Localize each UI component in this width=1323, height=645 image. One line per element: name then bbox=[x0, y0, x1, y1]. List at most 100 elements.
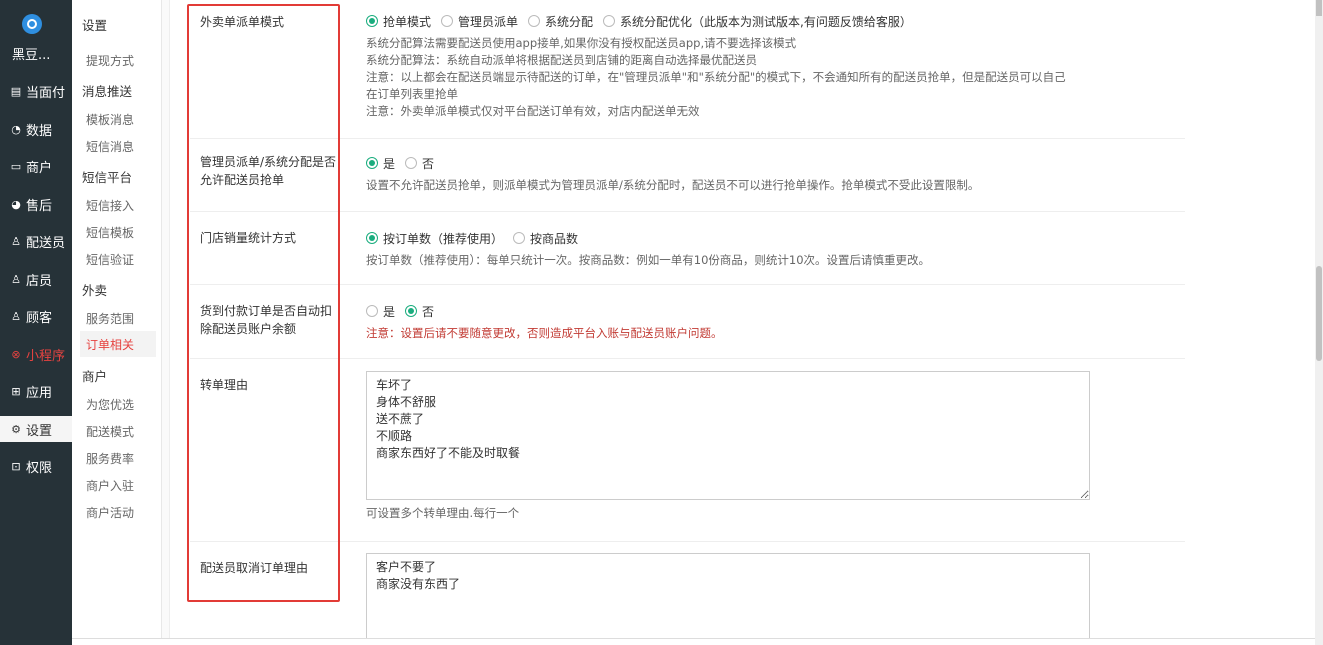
transfer-reasons-textarea[interactable]: 车坏了 身体不舒服 送不蔗了 不顺路 商家东西好了不能及时取餐 bbox=[366, 371, 1090, 500]
help-text: 系统分配算法：系统自动派单将根据配送员到店铺的距离自动选择最优配送员 bbox=[366, 53, 757, 67]
submenu-group: 商户 bbox=[82, 369, 108, 384]
cod-control: 是 否 注意：设置后请不要随意更改，否则造成平台入账与配送员账户问题。 bbox=[366, 302, 1185, 342]
nav-item-pay[interactable]: ▤ 当面付 bbox=[0, 78, 72, 104]
nav-item-label: 权限 bbox=[26, 460, 53, 476]
stats-option-items[interactable]: 按商品数 bbox=[513, 230, 578, 247]
chart-icon: ◔ bbox=[11, 122, 21, 136]
content-gutter bbox=[162, 0, 170, 645]
cancel-label: 配送员取消订单理由 bbox=[200, 561, 309, 575]
logo-icon bbox=[22, 14, 42, 34]
help-text: 在订单列表里抢单 bbox=[366, 87, 458, 101]
lock-icon: ⊡ bbox=[11, 459, 21, 473]
transfer-help: 可设置多个转单理由.每行一个 bbox=[366, 506, 520, 520]
dispatch-radio-group: 抢单模式 管理员派单 系统分配 系统分配优化（此版本为测试版本,有问题反馈给客服… bbox=[366, 12, 1185, 30]
submenu-item[interactable]: 商户入驻 bbox=[86, 477, 134, 494]
apps-icon: ⊞ bbox=[11, 384, 21, 398]
submenu-group: 消息推送 bbox=[82, 84, 133, 99]
submenu-item[interactable]: 服务范围 bbox=[86, 310, 134, 327]
nav-item-label: 数据 bbox=[26, 123, 53, 139]
nav-item-label: 小程序 bbox=[26, 348, 66, 364]
nav-item-label: 当面付 bbox=[26, 85, 66, 101]
main-nav: 黑豆... ▤ 当面付 ◔ 数据 ▭ 商户 ◕ 售后 ♙ 配送员 ♙ 店员 ♙ … bbox=[0, 0, 72, 645]
cancel-reasons-textarea[interactable]: 客户不要了 商家没有东西了 bbox=[366, 553, 1090, 645]
nav-item-aftersales[interactable]: ◕ 售后 bbox=[0, 191, 72, 217]
clerk-icon: ♙ bbox=[11, 272, 21, 286]
submenu-item-active[interactable]: 订单相关 bbox=[80, 331, 156, 357]
stats-radio-group: 按订单数（推荐使用） 按商品数 bbox=[366, 229, 1185, 247]
scrollbar-thumb[interactable] bbox=[1316, 266, 1322, 361]
receipt-icon: ▤ bbox=[10, 84, 22, 98]
cod-radio-group: 是 否 bbox=[366, 302, 1185, 320]
cod-option-no[interactable]: 否 bbox=[405, 303, 434, 320]
grab-radio-group: 是 否 bbox=[366, 154, 1185, 172]
form-row-stats: 门店销量统计方式 按订单数（推荐使用） 按商品数 按订单数（推荐使用）：每单只统… bbox=[190, 212, 1185, 285]
after-sales-icon: ◕ bbox=[11, 197, 21, 211]
nav-item-label: 售后 bbox=[26, 198, 53, 214]
customer-icon: ♙ bbox=[11, 309, 21, 323]
nav-item-clerk[interactable]: ♙ 店员 bbox=[0, 266, 72, 292]
transfer-label: 转单理由 bbox=[200, 378, 249, 392]
radio-unchecked-icon bbox=[513, 232, 526, 244]
dispatch-option-system-optimized[interactable]: 系统分配优化（此版本为测试版本,有问题反馈给客服） bbox=[603, 13, 912, 30]
bottom-edge bbox=[72, 638, 1315, 645]
submenu-item[interactable]: 提现方式 bbox=[86, 52, 134, 69]
dispatch-option-system[interactable]: 系统分配 bbox=[528, 13, 593, 30]
help-text: 注意：外卖单派单模式仅对平台配送订单有效，对店内配送单无效 bbox=[366, 104, 700, 118]
cod-label: 货到付款订单是否自动扣除配送员账户余额 bbox=[200, 304, 333, 336]
dispatch-option-grab[interactable]: 抢单模式 bbox=[366, 13, 431, 30]
form-row-dispatch: 外卖单派单模式 抢单模式 管理员派单 系统分配 系统分配优化（此版本为测试版本,… bbox=[190, 0, 1185, 139]
submenu-item[interactable]: 短信消息 bbox=[86, 138, 134, 155]
radio-unchecked-icon bbox=[441, 15, 454, 27]
submenu-item[interactable]: 短信模板 bbox=[86, 224, 134, 241]
submenu-item[interactable]: 为您优选 bbox=[86, 396, 134, 413]
radio-checked-icon bbox=[366, 232, 378, 244]
grab-label: 管理员派单/系统分配是否允许配送员抢单 bbox=[200, 155, 337, 187]
cod-option-yes[interactable]: 是 bbox=[366, 303, 395, 320]
radio-checked-icon bbox=[366, 157, 378, 169]
submenu-item[interactable]: 模板消息 bbox=[86, 111, 134, 128]
submenu-group: 短信平台 bbox=[82, 170, 133, 185]
submenu-group: 设置 bbox=[82, 18, 108, 33]
grab-help: 设置不允许配送员抢单，则派单模式为管理员派单/系统分配时，配送员不可以进行抢单操… bbox=[366, 178, 980, 192]
radio-unchecked-icon bbox=[366, 305, 378, 317]
form-row-grab: 管理员派单/系统分配是否允许配送员抢单 是 否 设置不允许配送员抢单，则派单模式… bbox=[190, 139, 1185, 212]
cod-warning: 注意：设置后请不要随意更改，否则造成平台入账与配送员账户问题。 bbox=[366, 326, 723, 340]
stats-option-orders[interactable]: 按订单数（推荐使用） bbox=[366, 230, 503, 247]
nav-item-settings[interactable]: ⚙ 设置 bbox=[0, 416, 72, 442]
nav-item-courier[interactable]: ♙ 配送员 bbox=[0, 228, 72, 254]
nav-item-data[interactable]: ◔ 数据 bbox=[0, 116, 72, 142]
submenu-item[interactable]: 服务费率 bbox=[86, 450, 134, 467]
grab-control: 是 否 设置不允许配送员抢单，则派单模式为管理员派单/系统分配时，配送员不可以进… bbox=[366, 154, 1185, 194]
radio-checked-icon bbox=[405, 305, 418, 317]
grab-option-no[interactable]: 否 bbox=[405, 155, 434, 172]
grab-option-yes[interactable]: 是 bbox=[366, 155, 395, 172]
miniprogram-icon: ⊗ bbox=[11, 347, 21, 361]
nav-item-label: 店员 bbox=[26, 273, 53, 289]
gear-icon: ⚙ bbox=[11, 422, 21, 436]
radio-unchecked-icon bbox=[528, 15, 541, 27]
store-icon: ▭ bbox=[10, 159, 22, 173]
nav-item-permissions[interactable]: ⊡ 权限 bbox=[0, 453, 72, 479]
nav-item-miniprogram[interactable]: ⊗ 小程序 bbox=[0, 341, 72, 367]
scroll-up-arrow[interactable] bbox=[1316, 0, 1322, 16]
stats-control: 按订单数（推荐使用） 按商品数 按订单数（推荐使用）：每单只统计一次。按商品数：… bbox=[366, 229, 1185, 269]
submenu-item[interactable]: 短信接入 bbox=[86, 197, 134, 214]
submenu-item[interactable]: 配送模式 bbox=[86, 423, 134, 440]
dispatch-option-admin[interactable]: 管理员派单 bbox=[441, 13, 518, 30]
dispatch-label: 外卖单派单模式 bbox=[200, 15, 285, 29]
form-row-transfer: 转单理由 车坏了 身体不舒服 送不蔗了 不顺路 商家东西好了不能及时取餐 可设置… bbox=[190, 359, 1185, 542]
help-text: 系统分配算法需要配送员使用app接单,如果你没有授权配送员app,请不要选择该模… bbox=[366, 36, 797, 50]
nav-item-merchant[interactable]: ▭ 商户 bbox=[0, 153, 72, 179]
help-text: 注意：以上都会在配送员端显示待配送的订单，在"管理员派单"和"系统分配"的模式下… bbox=[366, 70, 1066, 84]
nav-item-apps[interactable]: ⊞ 应用 bbox=[0, 378, 72, 404]
vertical-scrollbar[interactable] bbox=[1315, 0, 1323, 645]
courier-icon: ♙ bbox=[11, 234, 21, 248]
stats-label: 门店销量统计方式 bbox=[200, 231, 297, 245]
radio-unchecked-icon bbox=[405, 157, 418, 169]
dispatch-control: 抢单模式 管理员派单 系统分配 系统分配优化（此版本为测试版本,有问题反馈给客服… bbox=[366, 12, 1185, 120]
submenu-item[interactable]: 短信验证 bbox=[86, 251, 134, 268]
stats-help: 按订单数（推荐使用）：每单只统计一次。按商品数：例如一单有10份商品，则统计10… bbox=[366, 253, 931, 267]
submenu-item[interactable]: 商户活动 bbox=[86, 504, 134, 521]
nav-item-customer[interactable]: ♙ 顾客 bbox=[0, 303, 72, 329]
brand-name[interactable]: 黑豆... bbox=[12, 44, 50, 63]
